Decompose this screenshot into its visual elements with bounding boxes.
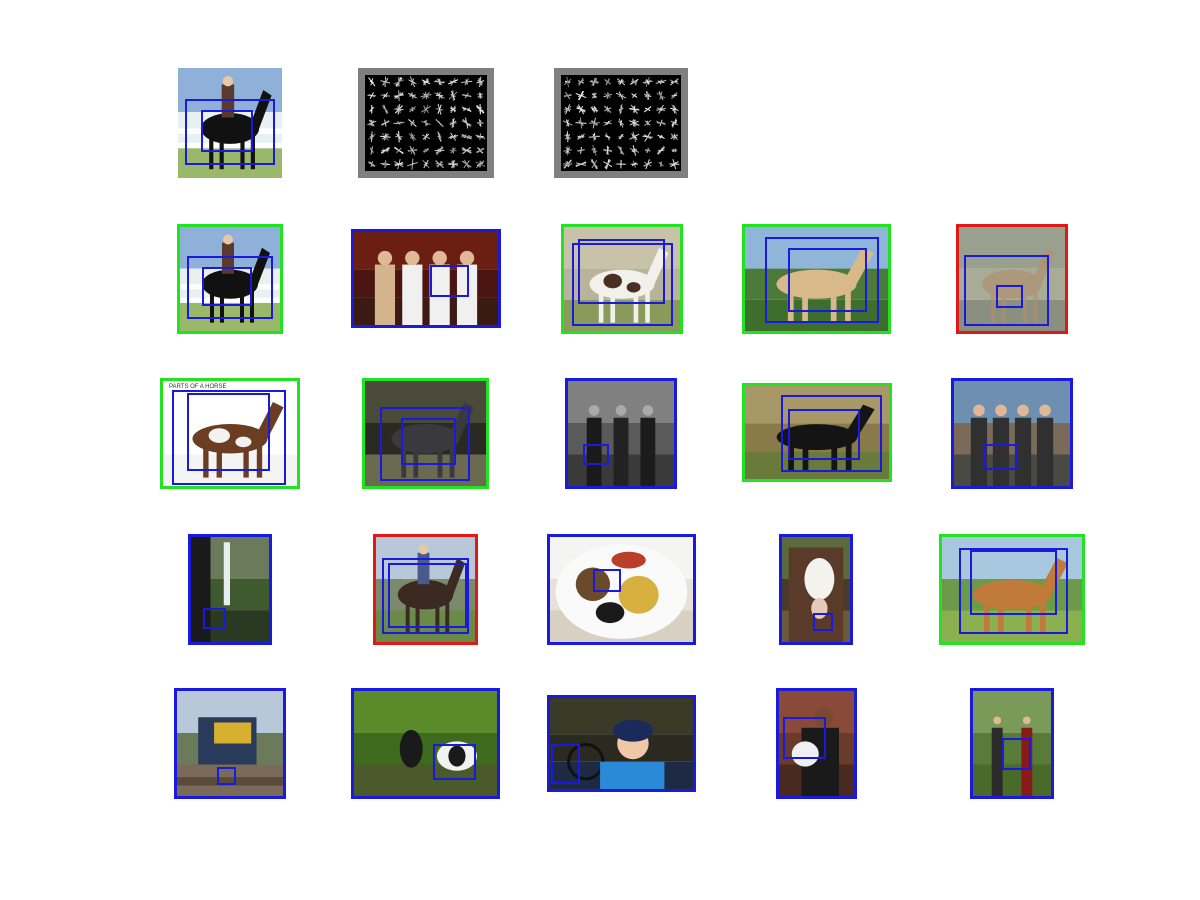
blurry-horse-photo — [959, 227, 1065, 331]
hog-stroke — [577, 149, 585, 152]
black-horse-field-photo — [745, 386, 889, 479]
hog-stroke — [657, 146, 665, 155]
palomino-horse-photo — [745, 227, 888, 331]
rider-on-black-horse-photo — [178, 68, 282, 178]
result-waterfall — [188, 534, 272, 645]
result-two-people-woods — [970, 688, 1054, 799]
girl-with-bike-photo — [550, 698, 693, 789]
result-two-horses — [362, 378, 489, 489]
hog-negative-visualization — [554, 68, 688, 178]
chestnut-horse-photo — [942, 537, 1082, 642]
woman-with-baby-photo — [779, 691, 854, 796]
hog-stroke — [592, 135, 597, 138]
waterfall-photo — [191, 537, 269, 642]
result-police-officers — [951, 378, 1073, 489]
hog-stroke — [671, 94, 678, 97]
horse-diagram-photo — [163, 381, 297, 486]
hog-stroke — [384, 160, 387, 168]
hog-stroke — [605, 135, 611, 138]
food-plate-photo — [550, 537, 693, 642]
hog-stroke — [464, 94, 470, 97]
hog-stroke — [448, 134, 459, 139]
hog-stroke — [398, 90, 400, 102]
result-group-of-people — [351, 229, 501, 328]
template-photo — [178, 68, 282, 178]
hog-stroke — [438, 120, 442, 126]
hog-stroke — [382, 105, 389, 114]
result-horse-diagram: PARTS OF A HORSE — [160, 378, 300, 489]
hog-stroke — [563, 149, 572, 152]
result-cowboy-on-horse — [373, 534, 478, 645]
rider-on-black-horse-photo — [180, 227, 280, 331]
result-palomino-horse — [742, 224, 891, 334]
hog-stroke — [672, 118, 677, 128]
hog-stroke — [577, 135, 585, 138]
police-officers-photo — [954, 381, 1070, 486]
cows-grazing-photo — [354, 691, 497, 796]
results-figure: PARTS OF A HORSE — [0, 0, 1200, 900]
result-food-plate — [547, 534, 696, 645]
result-girl-with-bike — [547, 695, 696, 792]
two-people-woods-photo — [973, 691, 1051, 796]
hog-stroke — [449, 149, 457, 152]
group-of-people-photo — [354, 232, 498, 325]
result-cows-grazing — [351, 688, 500, 799]
hog-stroke — [421, 105, 431, 113]
hog-stroke — [425, 119, 427, 127]
hog-stroke — [447, 79, 459, 85]
result-pinto-horse — [561, 224, 683, 334]
result-black-horse-field — [742, 383, 892, 482]
train-photo — [177, 691, 283, 796]
cowboy-on-horse-photo — [376, 537, 475, 642]
result-woman-with-baby — [776, 688, 857, 799]
men-in-suits-photo — [568, 381, 674, 486]
hog-stroke — [368, 77, 376, 87]
hog-stroke — [462, 160, 472, 168]
cow-photo — [782, 537, 850, 642]
hog-stroke — [606, 106, 609, 113]
hog-stroke — [669, 79, 679, 85]
hog-stroke — [631, 133, 638, 141]
result-chestnut-horse — [939, 534, 1085, 645]
result-blurry-horse — [956, 224, 1068, 334]
result-cow — [779, 534, 853, 645]
result-men-in-suits — [565, 378, 677, 489]
hog-stroke — [370, 131, 373, 143]
result-rider-on-black-horse — [177, 224, 283, 334]
two-horses-photo — [365, 381, 486, 486]
diagram-title: PARTS OF A HORSE — [169, 384, 227, 390]
hog-positive-visualization — [358, 68, 494, 178]
pinto-horse-photo — [564, 227, 680, 331]
result-train — [174, 688, 286, 799]
